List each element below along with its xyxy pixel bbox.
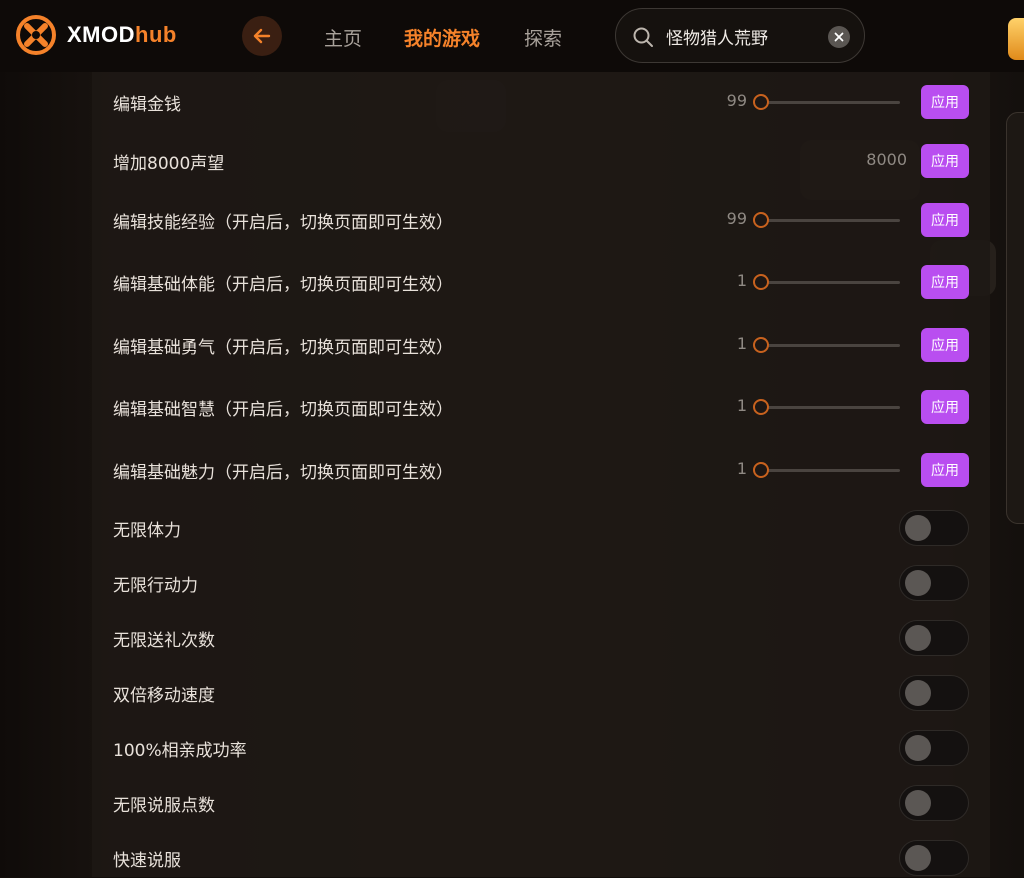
cheat-label: 无限体力 [113, 521, 181, 541]
slider-track[interactable] [762, 406, 900, 409]
toggle-switch[interactable] [899, 840, 969, 876]
brand-main: XMOD [67, 22, 135, 47]
cheat-label: 编辑基础魅力（开启后，切换页面即可生效） [113, 463, 453, 483]
apply-button[interactable]: 应用 [921, 265, 969, 299]
apply-button[interactable]: 应用 [921, 453, 969, 487]
toggle-knob [905, 790, 931, 816]
nav-my-games[interactable]: 我的游戏 [404, 24, 480, 51]
close-icon [834, 32, 844, 42]
xmod-logo-icon[interactable] [16, 15, 56, 55]
cheat-label: 编辑基础体能（开启后，切换页面即可生效） [113, 275, 453, 295]
cheat-label: 编辑技能经验（开启后，切换页面即可生效） [113, 213, 453, 233]
cheat-label: 编辑金钱 [113, 95, 181, 115]
slider-thumb[interactable] [753, 399, 769, 415]
toggle-knob [905, 680, 931, 706]
cheat-row-infinite-persuasion: 无限说服点数 [92, 783, 990, 823]
toggle-switch[interactable] [899, 510, 969, 546]
toggle-knob [905, 735, 931, 761]
slider-thumb[interactable] [753, 462, 769, 478]
toggle-knob [905, 625, 931, 651]
cheat-row-quick-persuade: 快速说服 [92, 838, 990, 878]
slider-track[interactable] [762, 344, 900, 347]
arrow-left-icon [253, 28, 271, 44]
toggle-switch[interactable] [899, 675, 969, 711]
cheat-row-edit-money: 编辑金钱 99 应用 [92, 82, 990, 122]
nav-home[interactable]: 主页 [324, 24, 362, 51]
toggle-switch[interactable] [899, 785, 969, 821]
cheat-label: 编辑基础勇气（开启后，切换页面即可生效） [113, 338, 453, 358]
nav-explore[interactable]: 探索 [524, 24, 562, 51]
cheat-row-double-speed: 双倍移动速度 [92, 673, 990, 713]
apply-button[interactable]: 应用 [921, 85, 969, 119]
toggle-knob [905, 570, 931, 596]
slider-thumb[interactable] [753, 274, 769, 290]
search-box[interactable] [615, 8, 865, 63]
search-input[interactable] [666, 22, 826, 50]
cheat-row-infinite-stamina: 无限体力 [92, 508, 990, 548]
slider-track[interactable] [762, 469, 900, 472]
toggle-knob [905, 845, 931, 871]
slider-value: 1 [736, 459, 747, 478]
slider-track[interactable] [762, 219, 900, 222]
slider-thumb[interactable] [753, 94, 769, 110]
brand-name[interactable]: XMODhub [67, 22, 177, 48]
toggle-switch[interactable] [899, 565, 969, 601]
cheat-label: 无限送礼次数 [113, 631, 215, 651]
slider-value: 99 [726, 209, 747, 228]
reputation-value: 8000 [866, 150, 907, 169]
cheat-row-add-reputation: 增加8000声望 8000 应用 [92, 141, 990, 181]
slider-value: 99 [726, 91, 747, 110]
slider-value: 1 [736, 334, 747, 353]
cheat-label: 双倍移动速度 [113, 686, 215, 706]
toggle-switch[interactable] [899, 620, 969, 656]
cheat-row-base-wisdom: 编辑基础智慧（开启后，切换页面即可生效） 1 应用 [92, 387, 990, 427]
cheat-label: 增加8000声望 [113, 154, 225, 174]
slider-value: 1 [736, 396, 747, 415]
slider-thumb[interactable] [753, 337, 769, 353]
cheat-label: 快速说服 [113, 851, 181, 871]
cheat-label: 100%相亲成功率 [113, 741, 247, 761]
cheat-row-infinite-action: 无限行动力 [92, 563, 990, 603]
apply-button[interactable]: 应用 [921, 390, 969, 424]
side-card[interactable] [1006, 112, 1024, 524]
back-button[interactable] [242, 16, 282, 56]
cheat-row-skill-exp: 编辑技能经验（开启后，切换页面即可生效） 99 应用 [92, 200, 990, 240]
notification-lantern-icon[interactable] [1008, 18, 1024, 60]
apply-button[interactable]: 应用 [921, 203, 969, 237]
cheat-label: 编辑基础智慧（开启后，切换页面即可生效） [113, 400, 453, 420]
cheat-row-date-success: 100%相亲成功率 [92, 728, 990, 768]
clear-search-button[interactable] [828, 26, 850, 48]
slider-value: 1 [736, 271, 747, 290]
search-icon [633, 27, 653, 47]
cheat-row-base-charm: 编辑基础魅力（开启后，切换页面即可生效） 1 应用 [92, 450, 990, 490]
cheat-row-base-stamina: 编辑基础体能（开启后，切换页面即可生效） 1 应用 [92, 262, 990, 302]
apply-button[interactable]: 应用 [921, 328, 969, 362]
slider-track[interactable] [762, 101, 900, 104]
toggle-knob [905, 515, 931, 541]
top-bar: XMODhub 主页 我的游戏 探索 [0, 0, 1024, 72]
cheat-label: 无限说服点数 [113, 796, 215, 816]
cheat-label: 无限行动力 [113, 576, 198, 596]
cheat-row-infinite-gifts: 无限送礼次数 [92, 618, 990, 658]
toggle-switch[interactable] [899, 730, 969, 766]
brand-accent: hub [135, 22, 177, 47]
cheat-row-base-courage: 编辑基础勇气（开启后，切换页面即可生效） 1 应用 [92, 325, 990, 365]
slider-thumb[interactable] [753, 212, 769, 228]
apply-button[interactable]: 应用 [921, 144, 969, 178]
slider-track[interactable] [762, 281, 900, 284]
